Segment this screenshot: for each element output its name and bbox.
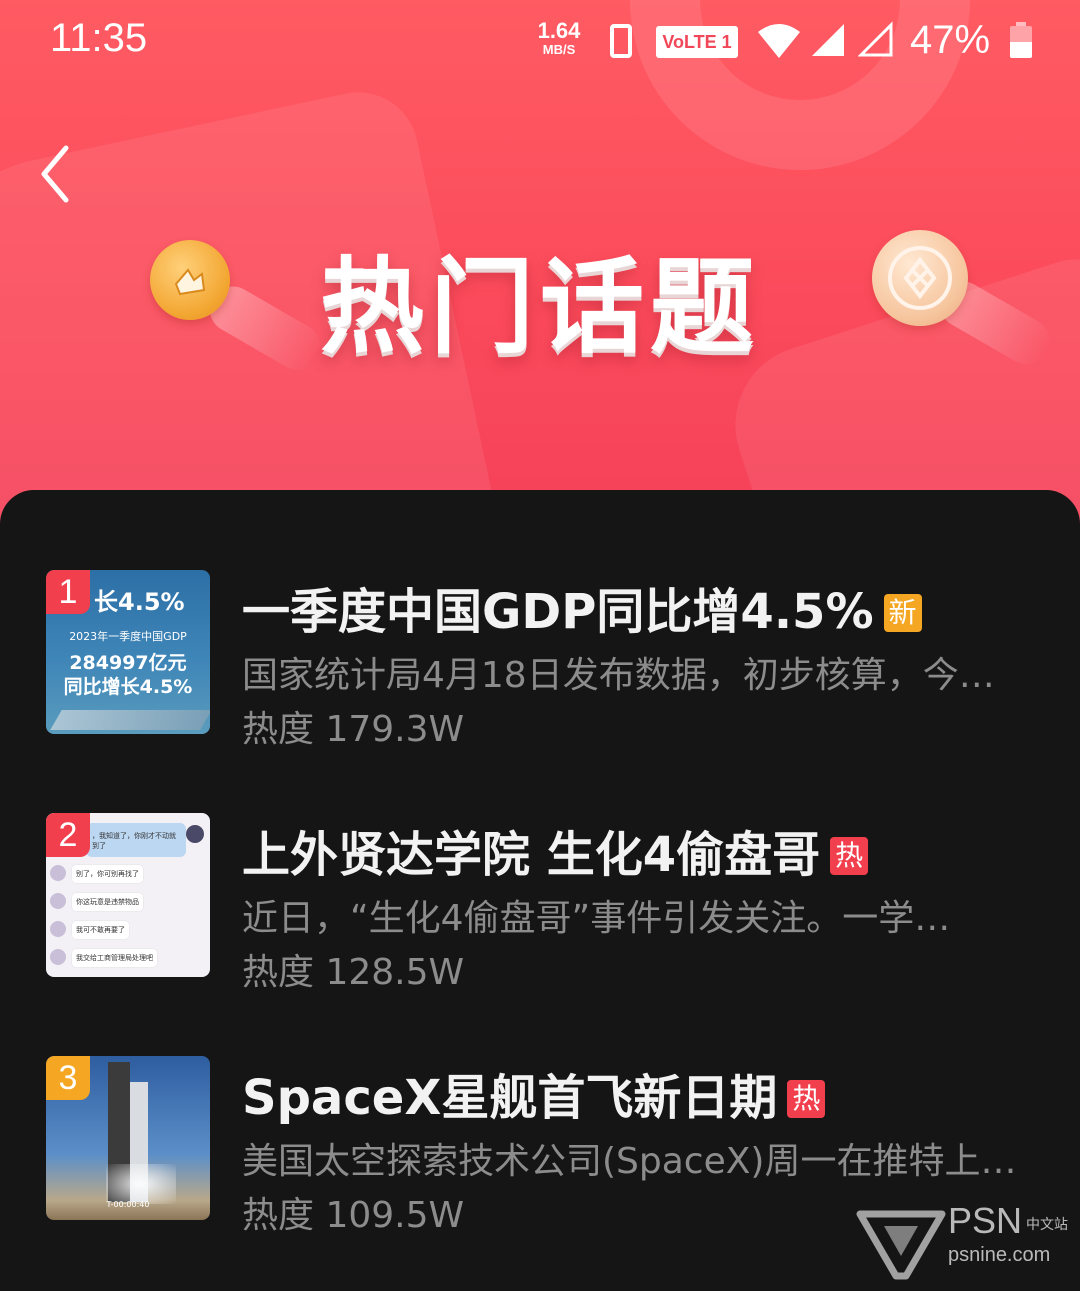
volte-badge: VoLTE 1 [656, 26, 738, 58]
phone-icon [610, 24, 632, 58]
avatar [186, 825, 204, 843]
thumb-line: 284997亿元 [69, 652, 187, 674]
chat-text: 你这玩意是违禁物品 [72, 893, 143, 911]
battery-icon [1010, 22, 1032, 58]
watermark-brand: PSN [948, 1200, 1023, 1241]
topic-heat: 热度 128.5W [242, 952, 465, 993]
topic-item[interactable]: 3 T-00:00:40 SpaceX星舰首飞新日期热 美国太空探索技术公司(S… [46, 1056, 1046, 1236]
topic-title[interactable]: 上外贤达学院 生化4偷盘哥热 [242, 815, 869, 885]
battery-percent: 47% [910, 18, 991, 62]
page-title: 热门话题 [319, 246, 760, 368]
network-speed-unit: MB/S [542, 42, 576, 57]
wifi-icon [758, 24, 800, 58]
status-time: 11:35 [50, 16, 148, 60]
rank-badge: 1 [46, 570, 90, 614]
topic-description: 美国太空探索技术公司(SpaceX)周一在推特上… [242, 1141, 1017, 1182]
new-tag: 新 [883, 594, 922, 632]
topic-description: 国家统计局4月18日发布数据，初步核算，今… [242, 655, 995, 696]
status-bar: 11:35 1.64 MB/S VoLTE 1 47% [0, 0, 1080, 84]
psnine-logo-icon [856, 1210, 946, 1280]
topic-heat: 热度 179.3W [242, 709, 465, 750]
signal-icon [812, 24, 844, 56]
thumb-subline: 2023年一季度中国GDP [69, 630, 187, 643]
gold-coin-icon [150, 240, 230, 320]
chat-text: 别了，你可别再找了 [72, 865, 143, 883]
topic-description: 近日，“生化4偷盘哥”事件引发关注。一学… [242, 898, 951, 939]
watermark: PSN 中文站 psnine.com [856, 1200, 1070, 1280]
rank-badge: 2 [46, 813, 90, 857]
topic-title-text: SpaceX星舰首飞新日期 [242, 1070, 778, 1126]
chat-text: 我交给工商管理局处理吧 [72, 949, 157, 967]
hot-tag: 热 [787, 1080, 826, 1118]
topic-heat: 热度 109.5W [242, 1195, 465, 1236]
network-speed-value: 1.64 [537, 18, 581, 43]
copper-coin-icon [872, 230, 968, 326]
thumb-line: 同比增长4.5% [63, 676, 193, 698]
chat-text: 我可不敢再要了 [72, 921, 129, 939]
rank-badge: 3 [46, 1056, 90, 1100]
topic-thumbnail[interactable]: 2 ，我知道了，你刚才不动就到了 别了，你可别再找了 你这玩意是违禁物品 我可不… [46, 813, 210, 977]
back-icon[interactable] [30, 140, 90, 210]
topic-title[interactable]: SpaceX星舰首飞新日期热 [242, 1058, 826, 1128]
train-graphic [50, 710, 210, 730]
watermark-brand-cn: 中文站 [1026, 1217, 1068, 1233]
smoke-graphic [106, 1164, 176, 1204]
chat-text: ，我知道了，你刚才不动就到了 [92, 832, 176, 850]
countdown-timer: T-00:00:40 [106, 1200, 150, 1209]
topic-title-text: 一季度中国GDP同比增4.5% [242, 584, 874, 640]
signal-empty-icon [858, 21, 893, 57]
network-speed: 1.64 MB/S [536, 18, 582, 57]
topic-list-panel: 1 长4.5% 2023年一季度中国GDP 284997亿元 同比增长4.5% … [0, 490, 1080, 1291]
topic-thumbnail[interactable]: 1 长4.5% 2023年一季度中国GDP 284997亿元 同比增长4.5% [46, 570, 210, 734]
topic-thumbnail[interactable]: 3 T-00:00:40 [46, 1056, 210, 1220]
topic-item[interactable]: 2 ，我知道了，你刚才不动就到了 别了，你可别再找了 你这玩意是违禁物品 我可不… [46, 813, 1046, 993]
thumb-headline: 长4.5% [94, 588, 185, 616]
watermark-domain: psnine.com [948, 1244, 1051, 1266]
topic-item[interactable]: 1 长4.5% 2023年一季度中国GDP 284997亿元 同比增长4.5% … [46, 570, 1046, 750]
topic-title-text: 上外贤达学院 生化4偷盘哥 [242, 827, 821, 883]
chat-bubble: ，我知道了，你刚才不动就到了 [86, 823, 186, 857]
topic-title[interactable]: 一季度中国GDP同比增4.5% 新 [242, 572, 922, 642]
hot-tag: 热 [830, 837, 869, 875]
